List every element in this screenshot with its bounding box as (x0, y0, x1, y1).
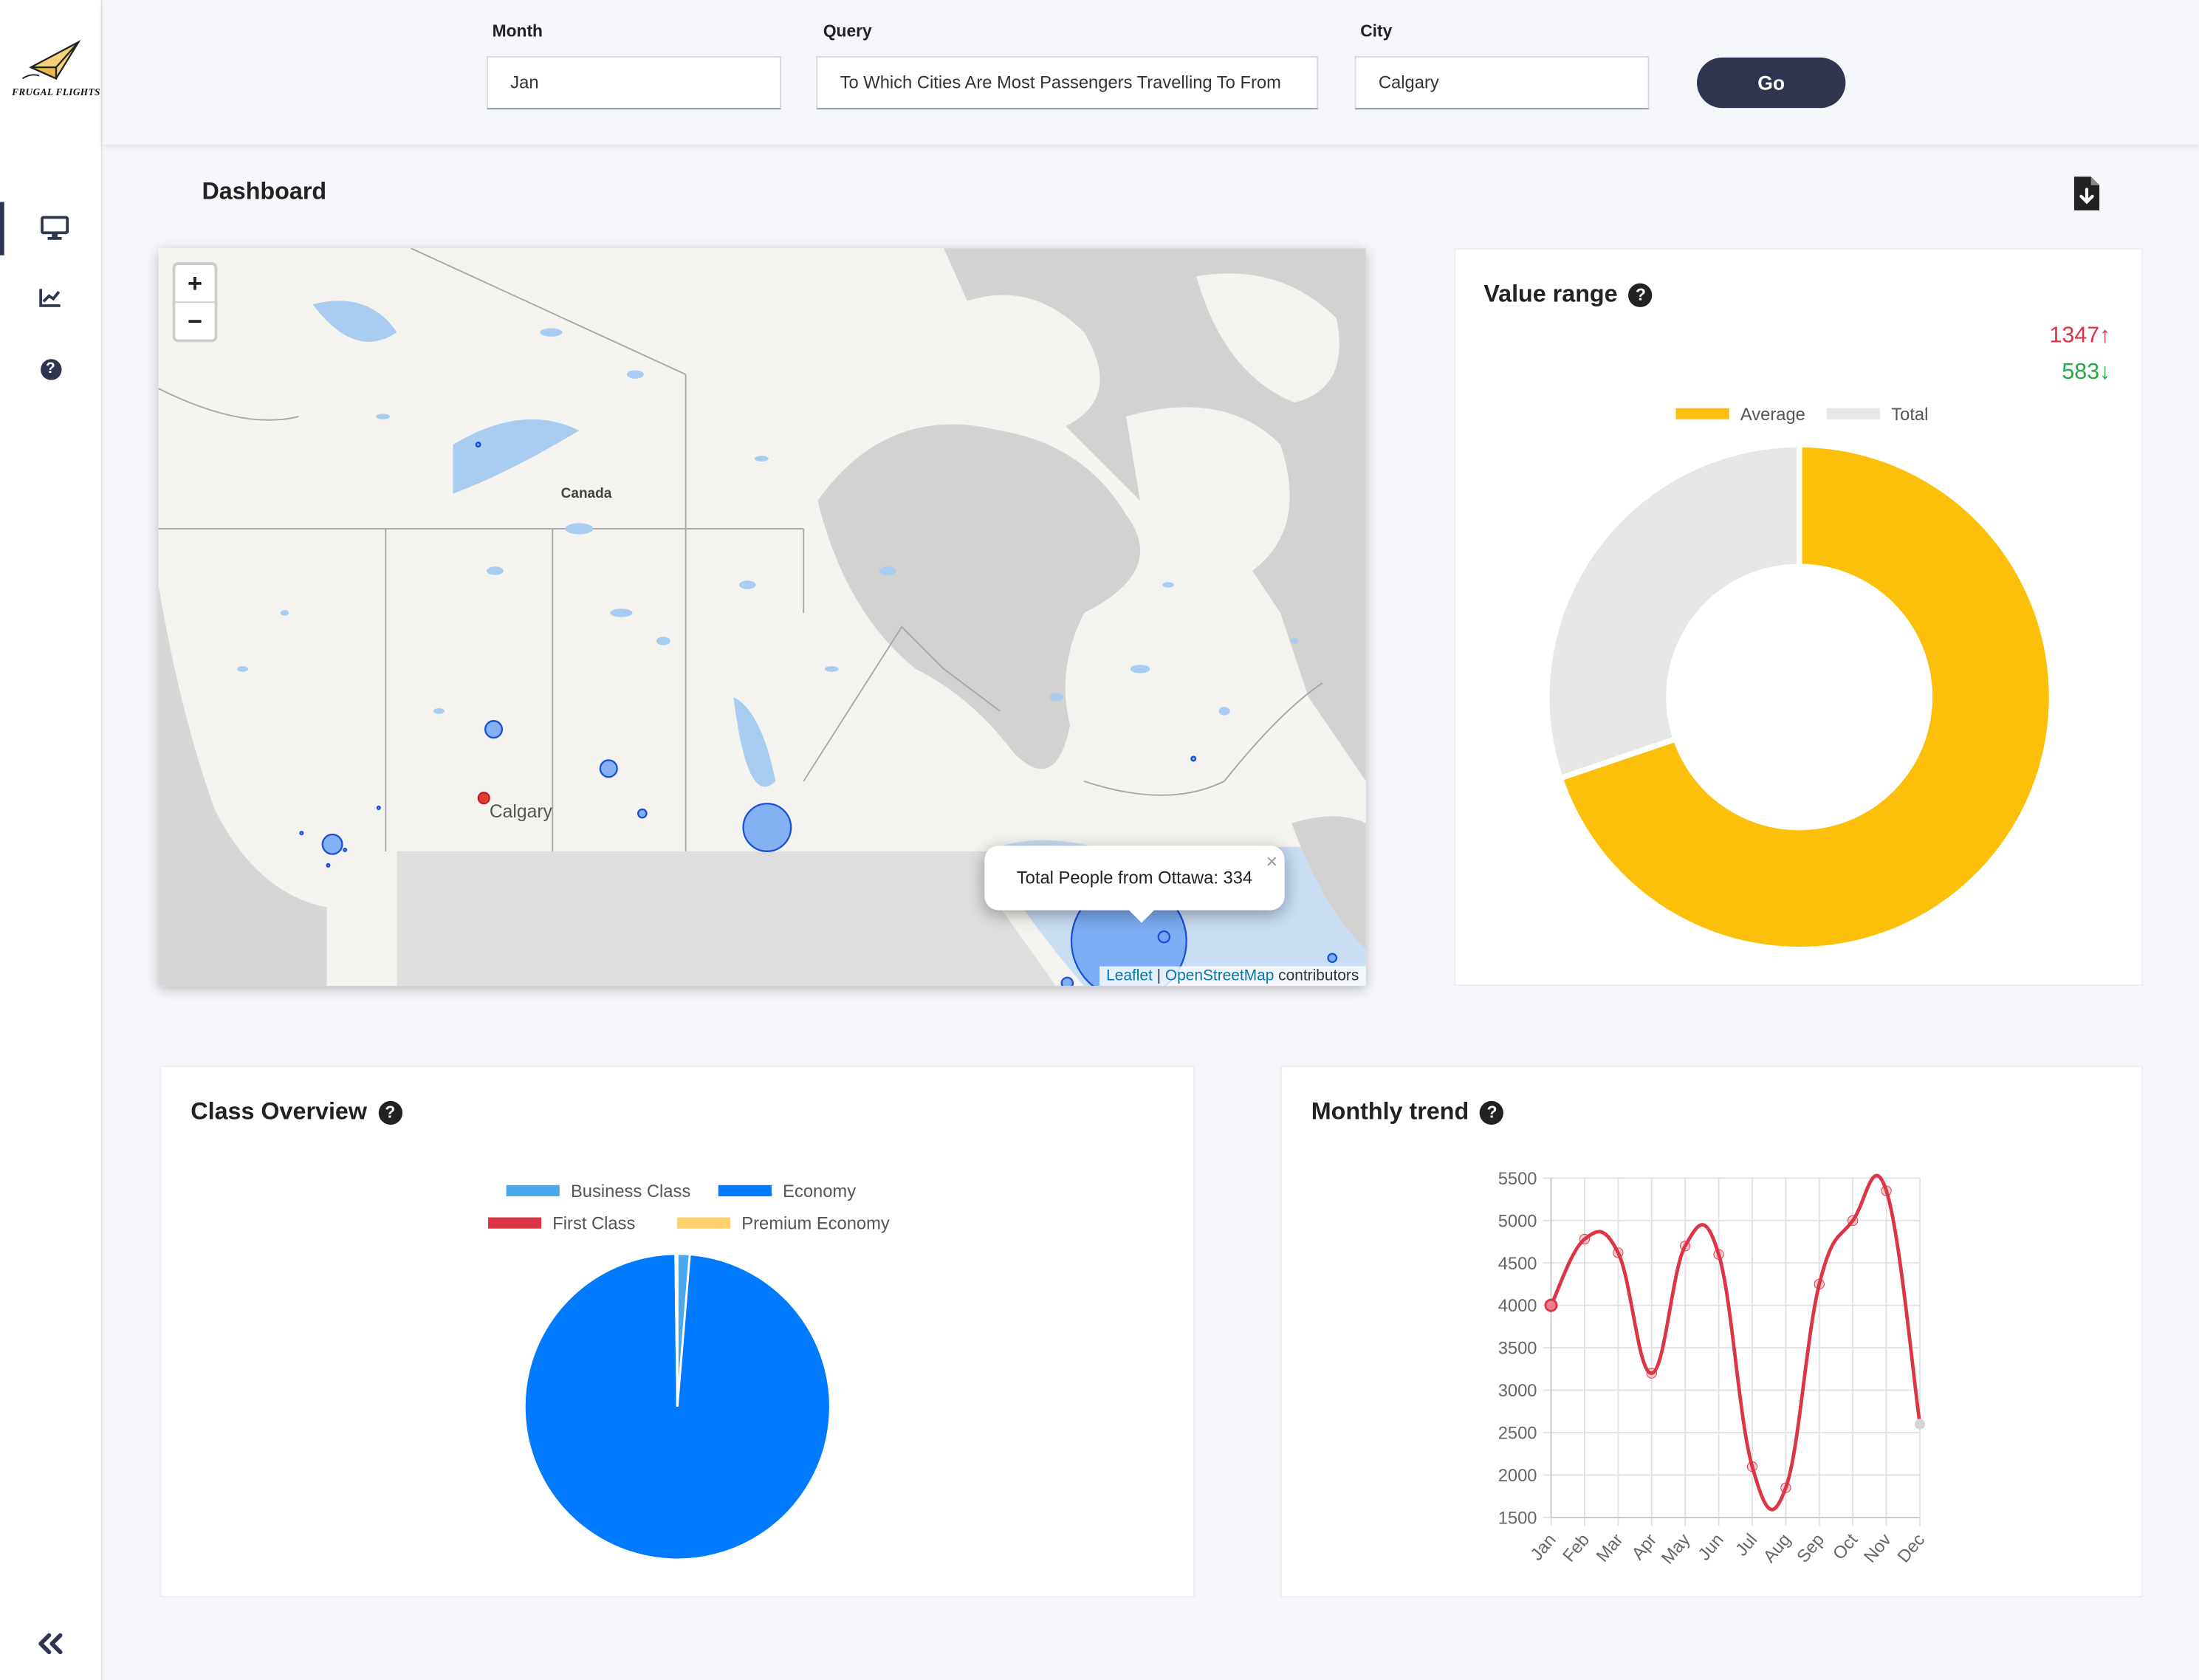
trend-point (1914, 1419, 1926, 1430)
trend-point (1646, 1368, 1657, 1379)
attribution-separator: | (1152, 967, 1165, 985)
frugal-flights-logo[interactable]: FRUGAL FLIGHTS (6, 36, 100, 100)
x-tick-label: Nov (1861, 1530, 1896, 1566)
double-chevron-left-icon (38, 1633, 63, 1655)
pie-legend-swatch (506, 1184, 560, 1197)
y-tick-label: 4500 (1498, 1255, 1537, 1274)
trend-point (1848, 1215, 1859, 1226)
x-tick-label: Mar (1593, 1530, 1627, 1566)
monitor-icon (41, 216, 69, 240)
sidebar-item-dashboard[interactable] (0, 202, 105, 256)
download-report-button[interactable] (2073, 175, 2104, 211)
donut-legend-swatch (1826, 408, 1881, 419)
filter-bar: Month Jan Query To Which Cities Are Most… (102, 0, 2199, 145)
map-popup: Total People from Ottawa: 334 × (984, 846, 1285, 911)
popup-close-button[interactable]: × (1266, 850, 1278, 872)
y-tick-label: 3500 (1498, 1340, 1537, 1359)
class-overview-pie-chart: Business Class Economy First Class Premium … (487, 1182, 890, 1561)
go-button[interactable]: Go (1697, 57, 1846, 109)
sidebar: FRUGAL FLIGHTS ? (0, 0, 103, 1680)
trend-point (1579, 1233, 1591, 1245)
sidebar-item-trends[interactable] (0, 271, 101, 324)
class-overview-card: Class Overview ? Business Class Economy Fi… (159, 1066, 1195, 1598)
query-label: Query (823, 21, 872, 41)
trend-line (1549, 1173, 1922, 1512)
trend-point (1544, 1298, 1558, 1312)
collapse-sidebar-button[interactable] (28, 1624, 73, 1663)
trend-point (1746, 1461, 1758, 1472)
y-tick-label: 5000 (1498, 1212, 1537, 1231)
x-tick-label: Jun (1695, 1530, 1728, 1564)
x-tick-label: Aug (1760, 1530, 1795, 1566)
pie-legend-label: Premium Economy (741, 1215, 890, 1234)
pie-legend-swatch (676, 1217, 731, 1229)
value-range-card: Value range ? 1347↑ 583↓ Average Total (1454, 248, 2143, 987)
x-tick-label: Oct (1830, 1530, 1862, 1563)
x-tick-label: Jul (1732, 1530, 1761, 1560)
logo-text: FRUGAL FLIGHTS (12, 86, 100, 98)
osm-link[interactable]: OpenStreetMap (1165, 967, 1274, 984)
help-icon: ? (40, 358, 61, 380)
map-city-label: Calgary (489, 800, 552, 822)
donut-legend-label: Average (1740, 405, 1805, 425)
pie-legend-label: Economy (783, 1182, 856, 1201)
line-chart-icon (39, 289, 61, 307)
value-range-donut-chart: Average Total (1544, 405, 2055, 953)
trend-point (1814, 1278, 1825, 1290)
popup-text: Total People from Ottawa: 334 (1016, 868, 1253, 888)
month-label: Month (492, 21, 543, 41)
popup-tip (1126, 907, 1157, 923)
x-tick-label: Sep (1794, 1530, 1828, 1566)
donut-legend-label: Total (1891, 405, 1928, 425)
y-tick-label: 3000 (1498, 1382, 1537, 1401)
pie-legend-label: First Class (552, 1215, 635, 1234)
trend-point (1613, 1247, 1624, 1258)
trend-point (1780, 1482, 1791, 1493)
x-tick-label: May (1658, 1530, 1695, 1568)
y-tick-label: 4000 (1498, 1297, 1537, 1316)
trend-point (1680, 1241, 1691, 1252)
y-tick-label: 5500 (1498, 1170, 1537, 1189)
donut-legend-swatch (1675, 408, 1729, 419)
y-tick-label: 1500 (1498, 1509, 1537, 1528)
page-title: Dashboard (202, 178, 327, 205)
attribution-suffix: contributors (1274, 967, 1359, 985)
monthly-trend-line-chart: 5500 5000 4500 4000 3500 3000 2500 2000 1500 Jan F… (1498, 1170, 1929, 1568)
x-tick-label: Feb (1560, 1530, 1593, 1566)
pie-legend-swatch (487, 1217, 542, 1229)
month-select[interactable]: Jan (487, 55, 781, 110)
monthly-trend-card: Monthly trend ? 5500 5000 4500 4000 3500 3000… (1280, 1066, 2143, 1598)
file-download-icon (2073, 176, 2100, 210)
pie-legend-swatch (718, 1184, 772, 1197)
y-tick-label: 2500 (1498, 1424, 1537, 1444)
x-tick-label: Apr (1628, 1530, 1661, 1563)
trend-point (1713, 1249, 1724, 1260)
x-tick-label: Jan (1527, 1530, 1560, 1564)
city-label: City (1360, 21, 1393, 41)
zoom-in-button[interactable]: + (175, 265, 215, 304)
leaflet-link[interactable]: Leaflet (1106, 967, 1153, 984)
query-input[interactable]: To Which Cities Are Most Passengers Trav… (816, 55, 1319, 110)
city-select[interactable]: Calgary (1354, 55, 1650, 110)
y-tick-label: 2000 (1498, 1467, 1537, 1486)
pie-legend-label: Business Class (571, 1182, 690, 1201)
paper-plane-icon (21, 40, 81, 80)
zoom-out-button[interactable]: − (175, 303, 214, 339)
x-tick-label: Dec (1894, 1530, 1929, 1566)
map-attribution: Leaflet | OpenStreetMap contributors (1099, 966, 1366, 987)
zoom-control: + − (172, 262, 218, 343)
donut-slice-total (1544, 442, 1802, 782)
pie-slice-premium-economy (675, 1252, 679, 1407)
passenger-map[interactable]: Canada Calgary + − Total People from Ott… (158, 248, 1366, 987)
map-region-label: Canada (560, 487, 612, 502)
trend-point (1881, 1185, 1892, 1196)
sidebar-item-help[interactable]: ? (0, 342, 101, 395)
